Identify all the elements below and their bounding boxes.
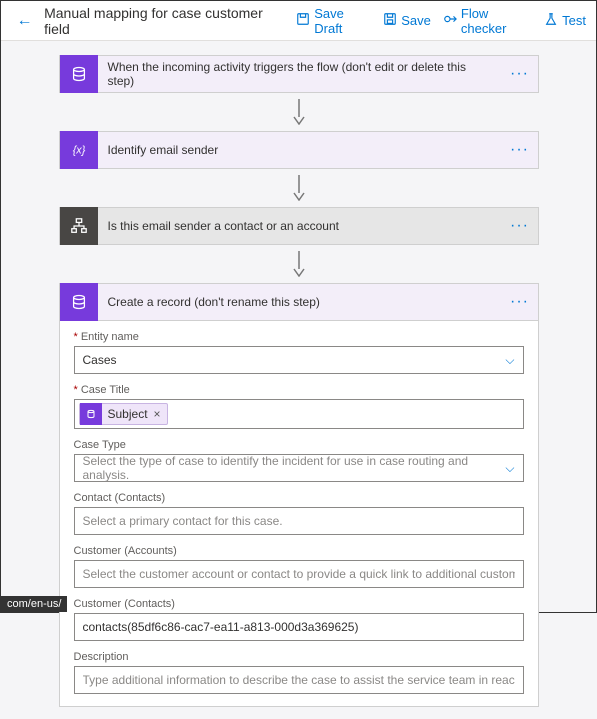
save-icon — [383, 12, 397, 29]
flow-checker-icon — [443, 12, 457, 29]
database-icon — [60, 283, 98, 321]
token-subject-label: Subject — [108, 407, 148, 421]
database-icon — [60, 55, 98, 93]
connector-arrow — [292, 251, 306, 277]
case-title-label: * Case Title — [74, 384, 524, 396]
description-label: Description — [74, 651, 524, 663]
step-create[interactable]: Create a record (don't rename this step)… — [59, 283, 539, 321]
step-create-menu[interactable]: ··· — [502, 293, 538, 311]
page-title: Manual mapping for case customer field — [44, 5, 284, 37]
field-description: Description Type additional information … — [74, 651, 524, 694]
flow-canvas: When the incoming activity triggers the … — [1, 41, 596, 719]
connector-arrow — [292, 175, 306, 201]
case-type-dropdown[interactable]: Select the type of case to identify the … — [74, 454, 524, 482]
customer-contacts-value: contacts(85df6c86-cac7-ea11-a813-000d3a3… — [83, 620, 359, 634]
field-entity-name: * Entity name Cases ⌵ — [74, 331, 524, 374]
database-icon — [80, 403, 102, 425]
chevron-down-icon: ⌵ — [505, 461, 514, 476]
step-condition-label: Is this email sender a contact or an acc… — [98, 219, 502, 233]
flow-checker-button[interactable]: Flow checker — [443, 6, 532, 36]
arrow-left-icon: ← — [17, 12, 33, 30]
case-type-label: Case Type — [74, 439, 524, 451]
step-trigger-menu[interactable]: ··· — [502, 65, 538, 83]
field-customer-accounts: Customer (Accounts) Select the customer … — [74, 545, 524, 588]
step-trigger-label: When the incoming activity triggers the … — [98, 60, 502, 88]
step-trigger[interactable]: When the incoming activity triggers the … — [59, 55, 539, 93]
save-draft-button[interactable]: Save Draft — [296, 6, 371, 36]
customer-contacts-input[interactable]: contacts(85df6c86-cac7-ea11-a813-000d3a3… — [74, 613, 524, 641]
entity-name-dropdown[interactable]: Cases ⌵ — [74, 346, 524, 374]
save-draft-icon — [296, 12, 310, 29]
token-remove-icon[interactable]: × — [148, 407, 167, 421]
contact-contacts-placeholder: Select a primary contact for this case. — [83, 514, 283, 528]
save-button[interactable]: Save — [383, 12, 431, 29]
chevron-down-icon: ⌵ — [505, 353, 514, 368]
condition-icon — [60, 207, 98, 245]
customer-contacts-label: Customer (Contacts) — [74, 598, 524, 610]
toolbar: Save Draft Save Flow checker Test — [296, 6, 586, 36]
flask-icon — [544, 12, 558, 29]
field-contact-contacts: Contact (Contacts) Select a primary cont… — [74, 492, 524, 535]
flow-checker-label: Flow checker — [461, 6, 532, 36]
step-condition-menu[interactable]: ··· — [502, 217, 538, 235]
token-subject[interactable]: Subject × — [79, 403, 168, 425]
description-placeholder: Type additional information to describe … — [83, 673, 515, 687]
page-header: ← Manual mapping for case customer field… — [1, 1, 596, 41]
case-title-input[interactable]: Subject × — [74, 399, 524, 429]
customer-accounts-placeholder: Select the customer account or contact t… — [83, 567, 515, 581]
step-create-body: * Entity name Cases ⌵ * Case Title Subje… — [59, 321, 539, 707]
status-url: com/en-us/ — [1, 596, 67, 612]
test-label: Test — [562, 13, 586, 28]
customer-accounts-label: Customer (Accounts) — [74, 545, 524, 557]
contact-contacts-label: Contact (Contacts) — [74, 492, 524, 504]
variable-icon: {x} — [60, 131, 98, 169]
step-identify-menu[interactable]: ··· — [502, 141, 538, 159]
step-create-label: Create a record (don't rename this step) — [98, 295, 502, 309]
entity-name-value: Cases — [83, 353, 117, 367]
description-input[interactable]: Type additional information to describe … — [74, 666, 524, 694]
step-condition[interactable]: Is this email sender a contact or an acc… — [59, 207, 539, 245]
field-case-type: Case Type Select the type of case to ide… — [74, 439, 524, 482]
customer-accounts-input[interactable]: Select the customer account or contact t… — [74, 560, 524, 588]
entity-name-label: * Entity name — [74, 331, 524, 343]
contact-contacts-input[interactable]: Select a primary contact for this case. — [74, 507, 524, 535]
back-button[interactable]: ← — [11, 7, 38, 35]
field-customer-contacts: Customer (Contacts) contacts(85df6c86-ca… — [74, 598, 524, 641]
case-type-placeholder: Select the type of case to identify the … — [83, 454, 506, 482]
test-button[interactable]: Test — [544, 12, 586, 29]
save-draft-label: Save Draft — [314, 6, 371, 36]
step-identify-label: Identify email sender — [98, 143, 502, 157]
svg-text:{x}: {x} — [72, 145, 85, 157]
connector-arrow — [292, 99, 306, 125]
field-case-title: * Case Title Subject × — [74, 384, 524, 429]
step-identify[interactable]: {x} Identify email sender ··· — [59, 131, 539, 169]
save-label: Save — [401, 13, 431, 28]
